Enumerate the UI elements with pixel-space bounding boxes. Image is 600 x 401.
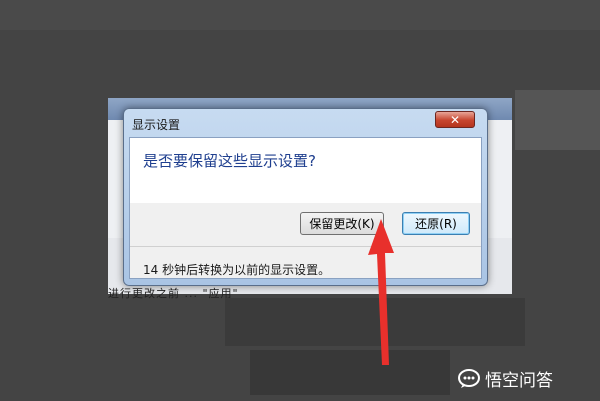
watermark-text: 悟空问答 [485,371,553,391]
arrow-icon [368,219,394,365]
red-arrow-annotation [368,219,394,365]
watermark: 悟空问答 [458,366,553,391]
speech-bubble-icon [458,368,480,388]
